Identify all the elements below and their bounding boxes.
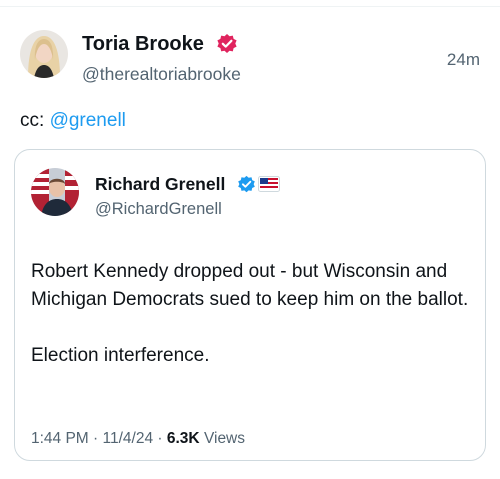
- views-count[interactable]: 6.3K: [167, 430, 200, 447]
- verified-badge-icon: [216, 33, 238, 55]
- quoted-author-avatar[interactable]: [31, 168, 79, 216]
- author-name[interactable]: Toria Brooke: [82, 33, 204, 56]
- quoted-post-card[interactable]: Richard Grenell @RichardGrenell Robert K…: [14, 149, 486, 461]
- author-avatar[interactable]: [20, 30, 68, 78]
- quoted-author-name[interactable]: Richard Grenell: [95, 174, 225, 195]
- post-time[interactable]: 1:44 PM: [31, 430, 89, 447]
- mention-link[interactable]: @grenell: [50, 110, 126, 131]
- post-text-prefix: cc:: [20, 110, 50, 131]
- verified-badge-icon: [237, 175, 256, 194]
- quoted-body-paragraph: Robert Kennedy dropped out - but Wiscons…: [31, 261, 469, 310]
- meta-separator: ·: [153, 430, 167, 447]
- quoted-body-paragraph: Election interference.: [31, 345, 210, 366]
- author-handle[interactable]: @therealtoriabrooke: [82, 64, 241, 85]
- top-divider: [0, 6, 500, 7]
- post-timestamp[interactable]: 24m: [447, 50, 480, 70]
- post-date[interactable]: 11/4/24: [103, 430, 154, 447]
- quoted-post-meta: 1:44 PM · 11/4/24 · 6.3K Views: [31, 430, 245, 448]
- post-text: cc: @grenell: [20, 110, 126, 132]
- quoted-author-handle[interactable]: @RichardGrenell: [95, 200, 222, 219]
- views-label: Views: [203, 430, 246, 447]
- affiliate-flag-icon[interactable]: [258, 176, 280, 192]
- quoted-post-body: Robert Kennedy dropped out - but Wiscons…: [31, 258, 476, 370]
- meta-separator: ·: [88, 430, 103, 447]
- post-header: Toria Brooke @therealtoriabrooke 24m: [20, 30, 480, 86]
